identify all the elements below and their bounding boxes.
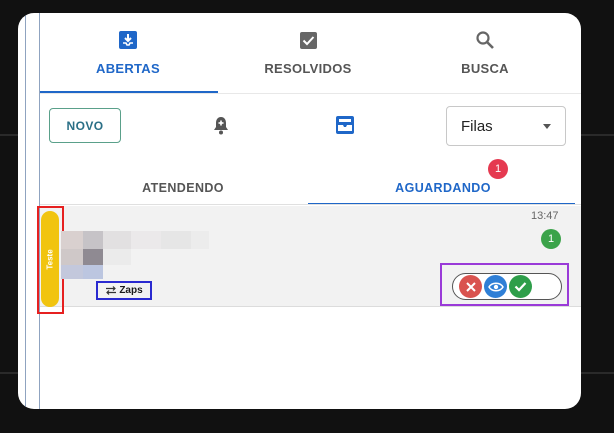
queue-chip: Zaps — [96, 281, 152, 300]
highlight-box — [37, 206, 64, 314]
queue-select-value: Filas — [461, 117, 493, 135]
new-ticket-button[interactable]: NOVO — [49, 108, 121, 143]
accept-check-icon — [514, 282, 527, 292]
inbox-download-icon — [118, 27, 138, 53]
view-eye-icon — [487, 282, 504, 291]
subtab-atendendo[interactable]: ATENDENDO — [98, 173, 268, 203]
divider — [40, 306, 581, 307]
queue-select[interactable]: Filas — [446, 106, 566, 146]
unread-count-badge: 1 — [541, 229, 561, 249]
tab-label: BUSCA — [461, 61, 509, 76]
divider — [40, 93, 581, 94]
waiting-count-badge: 1 — [488, 159, 508, 179]
tickets-panel: ABERTAS RESOLVIDOS BUSCA NOVO Filas ATEN… — [18, 13, 581, 409]
view-ticket-button[interactable] — [484, 275, 507, 298]
search-icon — [475, 27, 495, 53]
tab-label: ABERTAS — [96, 61, 160, 76]
tab-label: RESOLVIDOS — [264, 61, 352, 76]
ticket-time: 13:47 — [531, 210, 559, 222]
inbox-tray-icon[interactable] — [332, 112, 358, 138]
queue-chip-label: Zaps — [119, 285, 143, 296]
swap-arrows-icon — [106, 286, 117, 295]
divider — [40, 204, 581, 205]
close-icon — [465, 281, 476, 292]
close-ticket-button[interactable] — [459, 275, 482, 298]
chevron-down-icon — [543, 124, 551, 129]
accept-ticket-button[interactable] — [509, 275, 532, 298]
bell-icon[interactable] — [209, 113, 233, 137]
checkbox-checked-icon — [299, 27, 318, 53]
